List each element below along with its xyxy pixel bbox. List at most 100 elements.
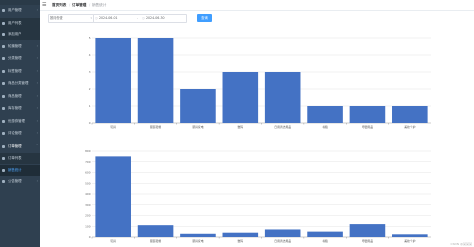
y-tick-label: 2 <box>89 87 91 91</box>
y-tick-label: 0 <box>89 121 91 125</box>
y-tick-label: 300 <box>85 203 91 207</box>
topbar: ☰ 首页列表 / 订单管理 / 销售统计 <box>40 0 474 11</box>
x-tick-label: 数码 <box>238 125 244 129</box>
chevron-right-icon: › <box>36 131 38 135</box>
sidebar-item[interactable]: 商品管理 › <box>0 91 40 102</box>
period-select[interactable]: 按月份查 ▾ <box>48 14 94 23</box>
x-tick-label: 美妆个护 <box>404 239 415 243</box>
bar[interactable] <box>392 106 428 123</box>
chevron-right-icon: › <box>36 56 38 60</box>
bar[interactable] <box>392 234 428 237</box>
x-tick-label: 日用清洁用品 <box>274 239 291 243</box>
sidebar-item[interactable]: 销售统计 <box>0 164 40 176</box>
watermark: CSDN @某某某 <box>450 242 472 246</box>
menu-item-icon <box>2 82 5 85</box>
bar[interactable] <box>307 231 343 237</box>
bar[interactable] <box>264 229 301 237</box>
calendar-icon: ◷ <box>142 16 145 20</box>
breadcrumb-orders[interactable]: 订单管理 <box>72 2 86 8</box>
menu-item-icon <box>2 132 5 135</box>
x-tick-label: 服装鞋帽 <box>150 125 161 129</box>
bar[interactable] <box>307 106 343 123</box>
sidebar-item[interactable]: 评论管理 › <box>0 128 40 139</box>
sidebar-item-label: 库存管理 <box>8 106 22 110</box>
menu-item-icon <box>2 107 5 110</box>
menu-item-icon <box>2 9 5 12</box>
menu-item-icon <box>2 180 5 183</box>
sidebar-item[interactable]: 添加用户 <box>0 29 40 40</box>
sidebar-item[interactable]: 库存管理 › <box>0 103 40 114</box>
breadcrumb-separator: / <box>89 3 91 7</box>
breadcrumb-home[interactable]: 首页列表 <box>52 2 66 8</box>
sidebar-item[interactable]: 优惠券管理 › <box>0 116 40 127</box>
sales-amount-chart: 0 100 200 300 400 500 600 700 800 玩具 服装鞋帽 厨具家电 数码 日用清… <box>85 149 431 243</box>
bar[interactable] <box>180 89 216 123</box>
bar[interactable] <box>349 224 386 237</box>
period-select-value: 按月份查 <box>50 16 63 20</box>
bar[interactable] <box>222 72 259 123</box>
bar[interactable] <box>180 233 216 237</box>
sidebar-item-label: 优惠券管理 <box>8 118 25 123</box>
end-date-input[interactable]: 2024-06-30 <box>146 15 165 22</box>
sales-quantity-chart: 0 1 2 3 4 5 玩具 服装鞋帽 厨具家电 数码 日用清洁用品 书籍 母婴用品 美妆个护 <box>89 36 431 129</box>
breadcrumb-separator: / <box>69 3 71 7</box>
sidebar-item-label: 添加用户 <box>8 32 22 36</box>
chevron-right-icon: › <box>36 93 38 98</box>
chevron-down-icon: ▾ <box>90 16 92 20</box>
sidebar-item-label: 公告管理 <box>8 179 22 183</box>
search-button[interactable]: 查询 <box>197 14 212 22</box>
x-tick-label: 母婴用品 <box>362 239 373 243</box>
x-tick-label: 厨具家电 <box>192 239 203 243</box>
submenu-icon <box>2 21 5 25</box>
sidebar-item-label: 标签管理 <box>8 68 22 73</box>
chevron-up-icon: ˄ <box>36 143 38 148</box>
sidebar-item[interactable]: 标签管理 › <box>0 66 40 77</box>
sidebar-item-label: 销售统计 <box>8 167 22 172</box>
menu-item-icon <box>2 69 5 73</box>
x-tick-label: 书籍 <box>322 125 328 129</box>
sidebar-item[interactable]: 用户列表 <box>0 17 40 29</box>
bar[interactable] <box>137 225 174 237</box>
y-tick-label: 700 <box>85 160 91 164</box>
sidebar-item-label: 订单管理 <box>8 143 22 148</box>
menu-toggle-icon[interactable]: ☰ <box>42 2 46 8</box>
sidebar-item-label: 商品分类管理 <box>8 81 29 85</box>
bar[interactable] <box>95 156 131 237</box>
x-tick-label: 玩具 <box>110 239 116 243</box>
x-tick-label: 日用清洁用品 <box>274 125 291 129</box>
bar[interactable] <box>264 72 301 123</box>
sidebar-item[interactable]: 商品分类管理 › <box>0 78 40 89</box>
sidebar-item[interactable]: 公告管理 › <box>0 176 40 187</box>
menu-item-icon <box>2 94 5 98</box>
y-tick-label: 5 <box>89 36 91 40</box>
sidebar-item[interactable]: 订单列表 <box>0 153 40 164</box>
bar[interactable] <box>222 232 259 237</box>
sidebar-item-label: 商品管理 <box>8 93 22 98</box>
x-tick-label: 书籍 <box>322 239 328 243</box>
y-tick-label: 400 <box>85 192 91 196</box>
y-tick-label: 600 <box>85 171 91 175</box>
date-range-picker[interactable]: ◷ 2024-06-01 - ◷ 2024-06-30 <box>93 14 187 23</box>
x-tick-label: 母婴用品 <box>362 125 373 129</box>
sidebar-item[interactable]: 用户管理 › <box>0 5 40 16</box>
bar[interactable] <box>137 38 174 123</box>
range-separator: - <box>137 16 139 20</box>
chevron-right-icon: › <box>36 118 38 123</box>
sidebar-item[interactable]: 轮播管理 › <box>0 41 40 52</box>
y-tick-label: 0 <box>89 235 91 239</box>
chevron-right-icon: › <box>36 81 38 85</box>
y-tick-label: 1 <box>89 104 91 108</box>
chevron-right-icon: › <box>36 43 38 48</box>
start-date-input[interactable]: 2024-06-01 <box>99 15 118 22</box>
submenu-icon <box>2 33 5 36</box>
x-tick-label: 服装鞋帽 <box>150 239 161 243</box>
x-tick-label: 数码 <box>238 239 244 243</box>
sidebar-item[interactable]: 订单管理 ˄ <box>0 141 40 152</box>
x-tick-label: 厨具家电 <box>192 125 203 129</box>
sidebar-item[interactable]: 分类管理 › <box>0 53 40 64</box>
x-tick-label: 美妆个护 <box>404 125 415 129</box>
bar[interactable] <box>349 106 386 123</box>
sidebar-item-label: 订单列表 <box>8 156 22 160</box>
y-tick-label: 800 <box>85 149 91 153</box>
bar[interactable] <box>95 38 131 123</box>
